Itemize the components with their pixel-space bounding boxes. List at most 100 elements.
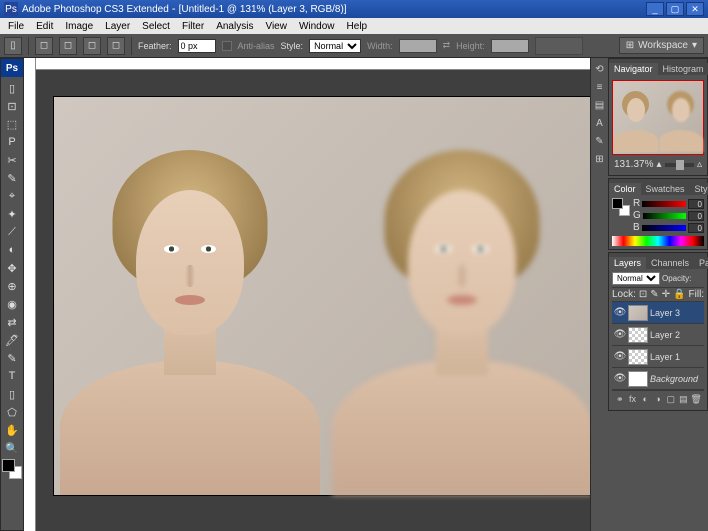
mask-icon[interactable]: ◐ [639,393,651,405]
menu-filter[interactable]: Filter [176,20,210,33]
workspace-button[interactable]: ⊞ Workspace ▾ [619,37,704,54]
tool-9[interactable]: ◐ [2,241,22,259]
dock-icon-4[interactable]: ✎ [593,134,607,148]
selection-add-icon[interactable]: ◻ [59,37,77,55]
g-slider[interactable] [643,213,686,219]
document[interactable] [53,96,590,496]
tool-3[interactable]: P [2,133,22,151]
dock-icon-3[interactable]: A [593,116,607,130]
visibility-icon[interactable]: 👁 [614,329,626,341]
menu-view[interactable]: View [259,20,293,33]
tool-2[interactable]: ⬚ [2,115,22,133]
selection-new-icon[interactable]: ◻ [35,37,53,55]
lock-pos-icon[interactable]: ✛ [662,289,670,300]
navigator-thumbnail[interactable] [612,80,704,155]
tab-channels[interactable]: Channels [646,257,694,269]
menu-help[interactable]: Help [341,20,374,33]
tool-20[interactable]: 🔍 [2,439,22,457]
tool-0[interactable]: ▯ [2,79,22,97]
layer-name[interactable]: Layer 1 [650,352,702,362]
color-swatch[interactable] [2,459,22,479]
tool-11[interactable]: ⊕ [2,277,22,295]
minimize-button[interactable]: _ [646,2,664,16]
tab-styles[interactable]: Styles [690,183,708,195]
r-value[interactable]: 0 [688,199,704,209]
tab-paths[interactable]: Paths [694,257,708,269]
tab-navigator[interactable]: Navigator [609,63,658,75]
tool-7[interactable]: ✦ [2,205,22,223]
layer-thumbnail[interactable] [628,327,648,343]
menu-layer[interactable]: Layer [99,20,136,33]
trash-icon[interactable]: 🗑 [690,393,702,405]
menu-image[interactable]: Image [59,20,99,33]
lock-pixels-icon[interactable]: ✎ [650,289,658,300]
layer-name[interactable]: Layer 3 [650,308,702,318]
tool-6[interactable]: ⌖ [2,187,22,205]
marquee-tool-icon[interactable]: ▯ [4,37,22,55]
menu-analysis[interactable]: Analysis [210,20,259,33]
tool-19[interactable]: ✋ [2,421,22,439]
tab-histogram[interactable]: Histogram [658,63,708,75]
tool-8[interactable]: ⟋ [2,223,22,241]
menu-window[interactable]: Window [293,20,341,33]
tool-5[interactable]: ✎ [2,169,22,187]
tool-15[interactable]: ✎ [2,349,22,367]
tab-layers[interactable]: Layers [609,257,646,269]
style-select[interactable]: Normal [309,39,361,53]
adjust-icon[interactable]: ◑ [652,393,664,405]
layer-name[interactable]: Layer 2 [650,330,702,340]
b-value[interactable]: 0 [688,223,704,233]
dock-icon-5[interactable]: ⊞ [593,152,607,166]
menu-edit[interactable]: Edit [30,20,59,33]
color-swatch-panel[interactable] [612,198,630,216]
tab-color[interactable]: Color [609,183,641,195]
maximize-button[interactable]: ▢ [666,2,684,16]
tool-4[interactable]: ✂ [2,151,22,169]
canvas-area[interactable]: + [24,58,590,531]
blend-mode-select[interactable]: Normal [612,272,660,285]
dock-icon-1[interactable]: ≡ [593,80,607,94]
zoom-out-icon[interactable]: ▴ [656,159,661,170]
link-layers-icon[interactable]: ⚭ [614,393,626,405]
tool-10[interactable]: ✥ [2,259,22,277]
visibility-icon[interactable]: 👁 [614,351,626,363]
zoom-slider[interactable] [665,163,694,167]
lock-all-icon[interactable]: 🔒 [673,289,685,300]
fx-icon[interactable]: fx [627,393,639,405]
dock-icon-0[interactable]: ⟲ [593,62,607,76]
dock-icon-2[interactable]: ▤ [593,98,607,112]
tool-14[interactable]: 🖊 [2,331,22,349]
color-spectrum[interactable] [612,236,704,246]
layer-thumbnail[interactable] [628,305,648,321]
fg-color[interactable] [2,459,15,472]
new-layer-icon[interactable]: ▤ [678,393,690,405]
layer-thumbnail[interactable] [628,371,648,387]
visibility-icon[interactable]: 👁 [614,373,626,385]
layer-row[interactable]: 👁 Layer 3 [612,302,704,324]
g-value[interactable]: 0 [688,211,704,221]
layer-name[interactable]: Background [650,374,702,384]
menu-select[interactable]: Select [136,20,176,33]
selection-int-icon[interactable]: ◻ [107,37,125,55]
menu-file[interactable]: File [2,20,30,33]
tool-17[interactable]: ▯ [2,385,22,403]
layer-thumbnail[interactable] [628,349,648,365]
selection-sub-icon[interactable]: ◻ [83,37,101,55]
tool-12[interactable]: ◉ [2,295,22,313]
layer-row[interactable]: 👁 Layer 2 [612,324,704,346]
tool-18[interactable]: ⬠ [2,403,22,421]
r-slider[interactable] [642,201,686,207]
tab-swatches[interactable]: Swatches [641,183,690,195]
folder-icon[interactable]: ▢ [665,393,677,405]
layer-row[interactable]: 👁 Background [612,368,704,390]
tool-16[interactable]: T [2,367,22,385]
b-slider[interactable] [642,225,686,231]
lock-trans-icon[interactable]: ⊡ [639,289,647,300]
tool-13[interactable]: ⇄ [2,313,22,331]
zoom-value[interactable]: 131.37% [614,159,653,170]
visibility-icon[interactable]: 👁 [614,307,626,319]
zoom-in-icon[interactable]: ▵ [697,159,702,170]
layer-row[interactable]: 👁 Layer 1 [612,346,704,368]
tool-1[interactable]: ⊡ [2,97,22,115]
feather-input[interactable] [178,39,216,53]
